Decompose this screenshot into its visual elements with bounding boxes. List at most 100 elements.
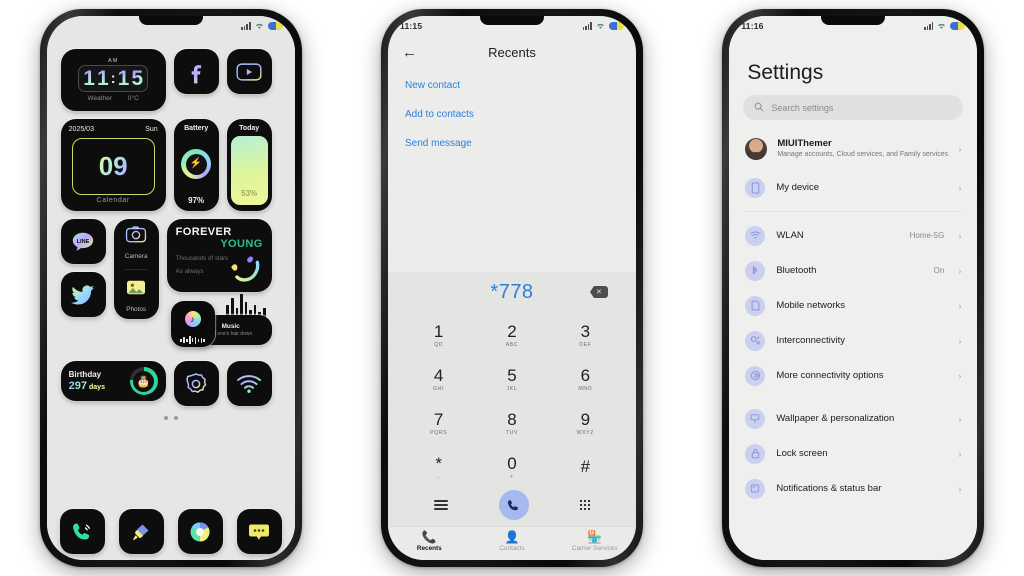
search-icon bbox=[754, 102, 764, 114]
tab-contacts[interactable]: 👤 Contacts bbox=[471, 531, 554, 552]
link-new-contact[interactable]: New contact bbox=[405, 80, 619, 91]
dialpad-key-9[interactable]: 9 WXYZ bbox=[549, 402, 622, 444]
dialpad-key-6[interactable]: 6 MNO bbox=[549, 358, 622, 400]
themes-brush-icon bbox=[133, 524, 149, 540]
smiley-art-icon bbox=[231, 256, 259, 282]
dialpad-key-star[interactable]: *, bbox=[402, 446, 475, 488]
tab-recents[interactable]: 📞 Recents bbox=[388, 531, 471, 552]
dialpad-key-hash[interactable]: # bbox=[549, 446, 622, 488]
clock-hour-ones: 1 bbox=[96, 67, 109, 90]
dialpad-action-row bbox=[388, 488, 636, 526]
settings-row-my-device[interactable]: My device › bbox=[729, 170, 977, 205]
clock-min-ones: 5 bbox=[131, 67, 144, 90]
music-subtitle: Let one's hair down bbox=[209, 331, 253, 338]
call-button[interactable] bbox=[498, 490, 529, 520]
dialpad-key-1[interactable]: 1 QD bbox=[402, 314, 475, 356]
settings-row-bluetooth[interactable]: Bluetooth On › bbox=[729, 253, 977, 288]
dialpad-key-3[interactable]: 3 DEF bbox=[549, 314, 622, 356]
dock-icon-phone[interactable] bbox=[59, 509, 105, 554]
settings-row-label: Bluetooth bbox=[776, 265, 817, 277]
menu-icon[interactable] bbox=[433, 500, 448, 510]
dialpad-key-0[interactable]: 0 + bbox=[475, 446, 548, 488]
lock-icon bbox=[745, 443, 766, 464]
backspace-icon[interactable]: ✕ bbox=[589, 286, 608, 298]
phone-settings-screen: 11:16 Settings Search settings MIUITheme… bbox=[722, 9, 985, 567]
dialpad-key-5[interactable]: 5 JKL bbox=[475, 358, 548, 400]
key-digit: * bbox=[435, 453, 442, 473]
keypad-toggle-icon[interactable] bbox=[579, 499, 591, 511]
today-widget[interactable]: Today 53% bbox=[226, 119, 272, 211]
dialpad-key-4[interactable]: 4 GHI bbox=[402, 358, 475, 400]
music-vinyl-button[interactable]: ♪ bbox=[170, 301, 215, 347]
key-letters: ABC bbox=[505, 341, 519, 348]
clock-separator: : bbox=[110, 70, 116, 87]
tab-label: Carrier Services bbox=[571, 545, 618, 552]
settings-group-gap bbox=[729, 393, 977, 401]
birthday-unit: days bbox=[89, 384, 105, 391]
phone3-screen: 11:16 Settings Search settings MIUITheme… bbox=[729, 16, 978, 560]
settings-row-more-connectivity[interactable]: More connectivity options › bbox=[729, 358, 977, 393]
dock-icon-browser[interactable] bbox=[177, 509, 223, 554]
key-letters: TUV bbox=[505, 429, 519, 436]
home-widget-grid: AM 1 1 : 1 5 Weather 0°C 2025/03 Sun 09 … bbox=[47, 35, 295, 420]
app-icon-twitter[interactable] bbox=[60, 272, 106, 317]
wifi-icon bbox=[255, 23, 263, 29]
app-icon-line[interactable]: LINE bbox=[60, 219, 106, 264]
account-name: MIUIThemer bbox=[777, 138, 832, 149]
dock-icon-themes[interactable] bbox=[118, 509, 164, 554]
dock-icon-messages[interactable] bbox=[236, 509, 282, 554]
app-icon-facebook[interactable] bbox=[173, 49, 219, 94]
link-icon bbox=[745, 330, 766, 351]
settings-row-notifications[interactable]: Notifications & status bar › bbox=[729, 471, 977, 506]
settings-row-lock-screen[interactable]: Lock screen › bbox=[729, 436, 977, 471]
account-row[interactable]: MIUIThemer Manage accounts, Cloud servic… bbox=[729, 134, 977, 170]
chevron-right-icon: › bbox=[958, 265, 962, 276]
settings-row-value: On bbox=[933, 266, 945, 276]
forever-young-widget[interactable]: FOREVER YOUNG Thousands of stars As alwa… bbox=[166, 219, 272, 292]
dialpad-key-8[interactable]: 8 TUV bbox=[475, 402, 548, 444]
calendar-widget[interactable]: 2025/03 Sun 09 Calendar bbox=[60, 119, 166, 211]
dialer-app: 11:15 ← Recents New contact Add to conta… bbox=[387, 16, 636, 560]
key-letters: PQRS bbox=[430, 429, 448, 436]
calendar-header: 2025/03 Sun bbox=[69, 126, 158, 133]
battery-percent: 97% bbox=[188, 196, 205, 205]
fy-line1: FOREVER bbox=[175, 226, 232, 238]
clock-weather-widget[interactable]: AM 1 1 : 1 5 Weather 0°C bbox=[60, 49, 166, 111]
settings-row-wallpaper[interactable]: Wallpaper & personalization › bbox=[729, 401, 977, 436]
app-icon-settings[interactable] bbox=[173, 361, 219, 406]
wifi-app-icon bbox=[237, 374, 262, 393]
flip-clock: 1 1 : 1 5 bbox=[78, 65, 149, 92]
settings-row-wlan[interactable]: WLAN Home-5G › bbox=[729, 218, 977, 253]
birthday-widget[interactable]: Birthday 297 days 🎂 bbox=[60, 361, 166, 401]
tab-label: Contacts bbox=[499, 545, 525, 552]
signal-icon bbox=[241, 22, 251, 30]
wifi-icon bbox=[938, 23, 946, 29]
key-letters: , bbox=[437, 473, 440, 480]
page-indicator-dots[interactable] bbox=[61, 416, 281, 420]
camera-photos-widget[interactable]: Camera Photos bbox=[113, 219, 159, 319]
key-digit: 1 bbox=[433, 321, 444, 341]
key-letters: MNO bbox=[578, 385, 593, 392]
settings-divider bbox=[745, 211, 962, 213]
tab-carrier-services[interactable]: 🏪 Carrier Services bbox=[553, 531, 636, 552]
music-widget[interactable]: Music Let one's hair down ♪ bbox=[167, 292, 272, 347]
device-icon bbox=[745, 177, 766, 198]
dialpad-key-2[interactable]: 2 ABC bbox=[475, 314, 548, 356]
link-send-message[interactable]: Send message bbox=[405, 138, 619, 149]
calendar-day-box: 09 bbox=[71, 138, 155, 195]
chevron-right-icon: › bbox=[958, 448, 962, 459]
dialpad-key-7[interactable]: 7 PQRS bbox=[402, 402, 475, 444]
settings-row-mobile-networks[interactable]: Mobile networks › bbox=[729, 288, 977, 323]
settings-row-interconnectivity[interactable]: Interconnectivity › bbox=[729, 323, 977, 358]
app-icon-wifi[interactable] bbox=[226, 361, 272, 406]
clock-hour-tens: 1 bbox=[83, 67, 95, 90]
battery-widget[interactable]: Battery ⚡ 97% bbox=[173, 119, 219, 211]
notch bbox=[821, 16, 886, 25]
dialed-number[interactable]: *778 bbox=[490, 281, 533, 304]
key-digit: 3 bbox=[580, 321, 591, 341]
search-settings-bar[interactable]: Search settings bbox=[743, 95, 964, 120]
chevron-right-icon: › bbox=[958, 182, 962, 193]
app-icon-youtube[interactable] bbox=[226, 49, 272, 94]
link-add-to-contacts[interactable]: Add to contacts bbox=[405, 109, 619, 120]
bell-icon bbox=[745, 478, 766, 499]
